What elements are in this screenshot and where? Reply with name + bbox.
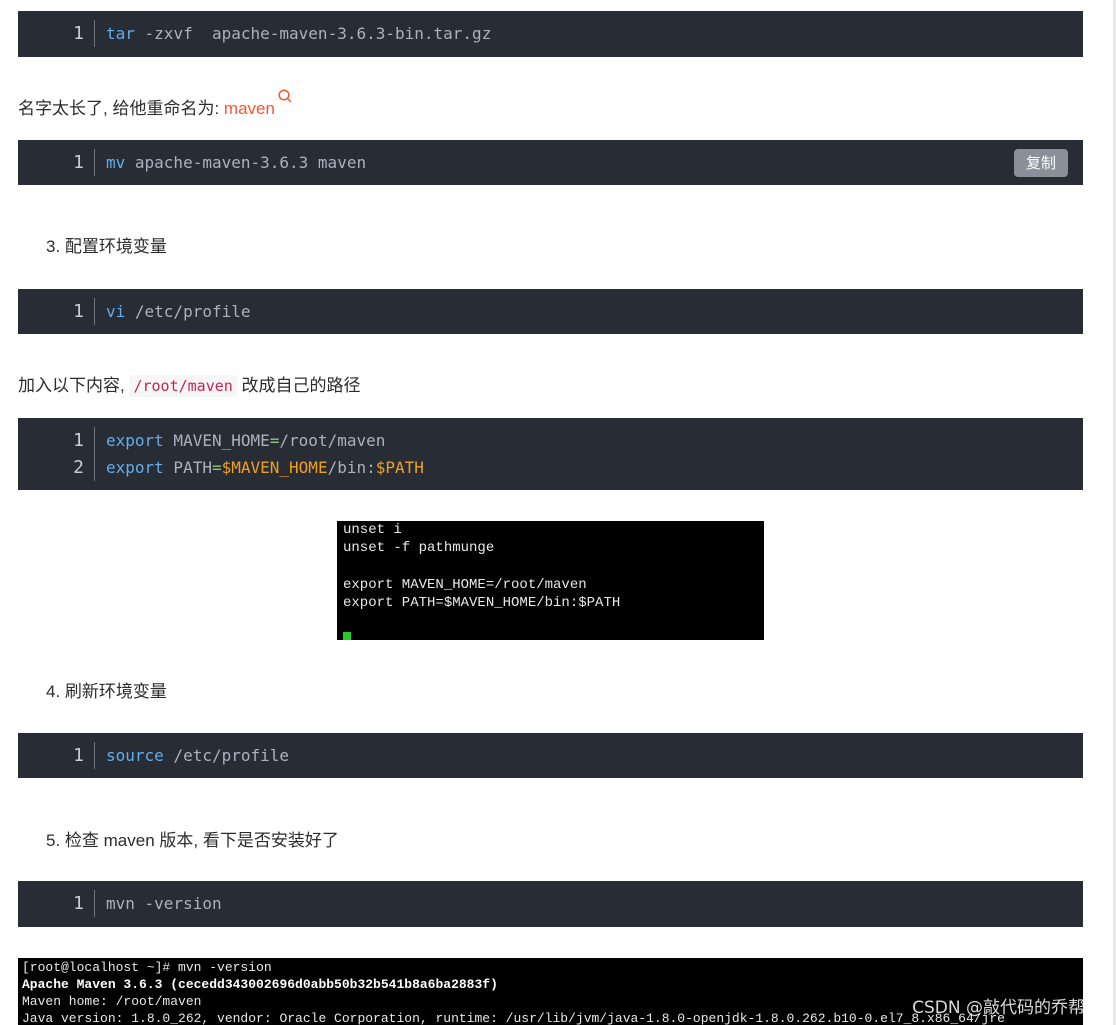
line-number: 2	[73, 457, 84, 478]
step-5-heading: 5. 检查 maven 版本, 看下是否安装好了	[46, 831, 339, 850]
terminal-line: export MAVEN_HOME=/root/maven	[343, 577, 587, 593]
code-variable: $PATH	[375, 458, 424, 477]
code-text[interactable]: mvn -version	[106, 890, 222, 917]
gutter-divider	[94, 427, 95, 454]
code-var-name: MAVEN_HOME	[163, 431, 270, 450]
code-value: /bin:	[327, 458, 376, 477]
gutter-divider	[94, 890, 95, 917]
code-block-mv[interactable]: 1 mv apache-maven-3.6.3 maven 复制	[18, 140, 1083, 185]
code-args: -zxvf apache-maven-3.6.3-bin.tar.gz	[134, 24, 492, 43]
step-3-heading: 3. 配置环境变量	[46, 237, 167, 256]
code-keyword: export	[106, 458, 164, 477]
add-content-paragraph: 加入以下内容, /root/maven 改成自己的路径	[18, 371, 361, 397]
terminal-line: [root@localhost ~]# mvn -version	[22, 960, 272, 975]
code-keyword: mv	[106, 153, 126, 172]
line-number: 1	[73, 893, 84, 914]
code-block-source[interactable]: 1 source /etc/profile	[18, 733, 1083, 778]
code-variable: $MAVEN_HOME	[221, 458, 328, 477]
line-number: 1	[73, 430, 84, 451]
terminal-cursor	[343, 632, 351, 640]
code-text[interactable]: export MAVEN_HOME=/root/maven	[106, 427, 385, 454]
code-text[interactable]: mv apache-maven-3.6.3 maven	[106, 149, 366, 176]
code-var-name: PATH	[163, 458, 212, 477]
terminal-line: unset -f pathmunge	[343, 540, 495, 556]
terminal-line: unset i	[343, 522, 402, 538]
terminal-line: Apache Maven 3.6.3 (cecedd343002696d0abb…	[22, 977, 498, 992]
gutter-divider	[94, 454, 95, 481]
code-args: /etc/profile	[125, 302, 251, 321]
line-number: 1	[73, 745, 84, 766]
code-text[interactable]: tar -zxvf apache-maven-3.6.3-bin.tar.gz	[106, 20, 491, 47]
line-number: 1	[73, 152, 84, 173]
code-text[interactable]: source /etc/profile	[106, 742, 289, 769]
code-keyword: tar	[106, 24, 135, 43]
add-prefix-text: 加入以下内容,	[18, 376, 130, 395]
terminal-line: Java version: 1.8.0_262, vendor: Oracle …	[22, 1011, 1005, 1025]
gutter-divider	[94, 298, 95, 325]
code-operator: =	[269, 431, 280, 450]
line-number: 1	[73, 301, 84, 322]
rename-paragraph: 名字太长了, 给他重命名为: maven	[18, 89, 292, 119]
gutter-divider	[94, 742, 95, 769]
maven-search-link[interactable]: maven	[224, 99, 275, 118]
csdn-watermark: CSDN @敲代码的乔帮主	[912, 998, 1102, 1018]
code-args: apache-maven-3.6.3 maven	[125, 153, 367, 172]
code-value: /root/maven	[279, 431, 386, 450]
code-keyword: vi	[106, 302, 126, 321]
add-suffix-text: 改成自己的路径	[236, 376, 361, 395]
copy-button[interactable]: 复制	[1014, 149, 1068, 177]
code-keyword: export	[106, 431, 164, 450]
code-text[interactable]: vi /etc/profile	[106, 298, 251, 325]
code-block-mvn[interactable]: 1 mvn -version	[18, 881, 1083, 927]
inline-code-path: /root/maven	[129, 375, 237, 397]
code-block-vi[interactable]: 1 vi /etc/profile	[18, 289, 1083, 334]
rename-text: 名字太长了, 给他重命名为:	[18, 99, 224, 118]
terminal-line: export PATH=$MAVEN_HOME/bin:$PATH	[343, 595, 621, 611]
line-number: 1	[73, 23, 84, 44]
code-block-export[interactable]: 1 export MAVEN_HOME=/root/maven 2 export…	[18, 418, 1083, 490]
code-block-tar[interactable]: 1 tar -zxvf apache-maven-3.6.3-bin.tar.g…	[18, 11, 1083, 57]
step-4-heading: 4. 刷新环境变量	[46, 682, 167, 701]
search-icon[interactable]	[277, 88, 293, 104]
terminal-screenshot-profile: unset i unset -f pathmunge export MAVEN_…	[337, 521, 764, 640]
code-keyword: source	[106, 746, 164, 765]
code-args: /etc/profile	[163, 746, 290, 765]
terminal-line: Maven home: /root/maven	[22, 994, 202, 1009]
gutter-divider	[94, 149, 95, 176]
code-operator: =	[211, 458, 222, 477]
code-text[interactable]: export PATH=$MAVEN_HOME/bin:$PATH	[106, 454, 424, 481]
gutter-divider	[94, 20, 95, 47]
